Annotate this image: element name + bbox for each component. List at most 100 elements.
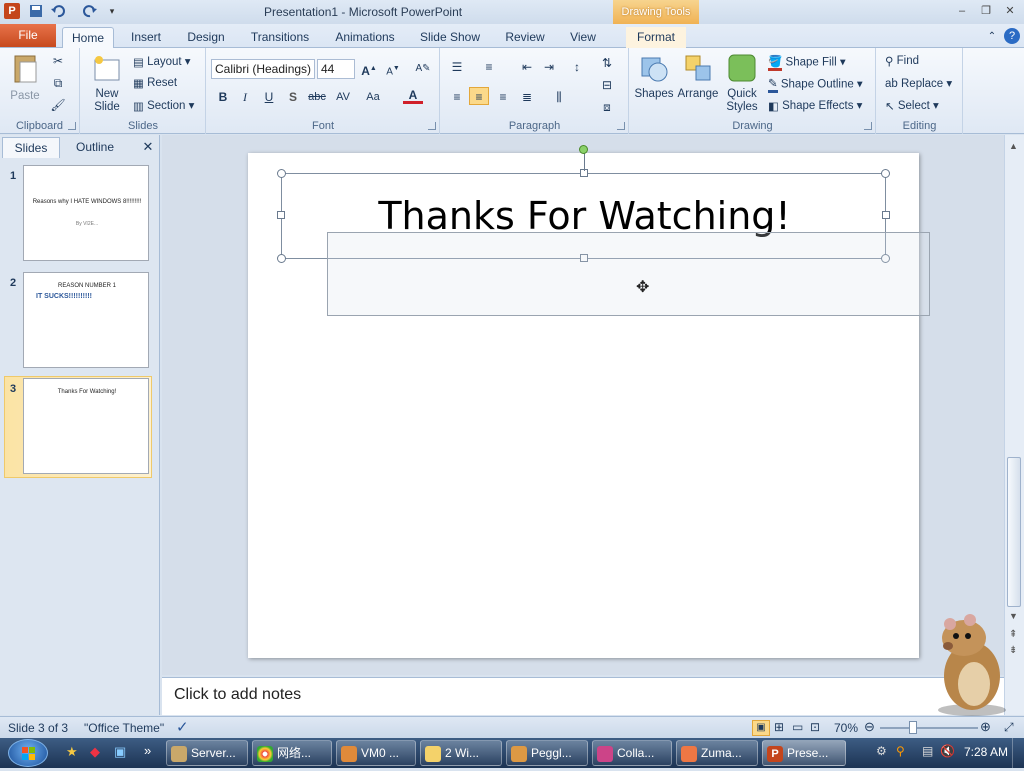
- resize-handle[interactable]: [277, 254, 286, 263]
- section-button[interactable]: ▥ Section ▾: [133, 98, 194, 113]
- tray-icon[interactable]: ⚙: [876, 744, 887, 758]
- taskbar-item[interactable]: 2 Wi...: [420, 740, 502, 766]
- scroll-up-icon[interactable]: ▲: [1009, 141, 1018, 151]
- align-center-icon[interactable]: ≡: [469, 87, 489, 105]
- tab-slide-show[interactable]: Slide Show: [416, 27, 484, 48]
- zoom-level[interactable]: 70%: [834, 721, 858, 735]
- text-direction-icon[interactable]: ⇅: [597, 54, 617, 72]
- powerpoint-logo-icon[interactable]: P: [4, 3, 20, 19]
- reset-button[interactable]: ▦ Reset: [133, 76, 177, 90]
- tray-search-icon[interactable]: ⚲: [896, 744, 905, 758]
- help-icon[interactable]: ?: [1004, 28, 1020, 44]
- decrease-indent-icon[interactable]: ⇤: [517, 58, 537, 76]
- change-case-icon[interactable]: Aa: [363, 88, 383, 106]
- strikethrough-icon[interactable]: abc: [307, 88, 327, 106]
- find-button[interactable]: ⚲ Find: [885, 54, 919, 68]
- format-painter-icon[interactable]: 🖌: [48, 96, 68, 114]
- minimize-button[interactable]: –: [954, 4, 970, 18]
- font-color-icon[interactable]: A: [403, 88, 423, 104]
- slide-canvas[interactable]: Thanks For Watching! ✥: [248, 145, 930, 658]
- font-size-box[interactable]: 44: [317, 59, 355, 79]
- taskbar-item-active[interactable]: P Prese...: [762, 740, 846, 766]
- tab-design[interactable]: Design: [182, 27, 230, 48]
- grow-font-icon[interactable]: A▲: [359, 60, 379, 78]
- customize-toolbar-icon[interactable]: ▾: [104, 3, 120, 19]
- justify-icon[interactable]: ≣: [517, 88, 537, 106]
- slide-thumbnail-1[interactable]: Reasons why I HATE WINDOWS 8!!!!!!!!! By…: [23, 165, 149, 261]
- slide-thumbnail-3[interactable]: Thanks For Watching!: [23, 378, 149, 474]
- clipboard-launcher-icon[interactable]: [68, 122, 76, 130]
- tab-insert[interactable]: Insert: [124, 27, 168, 48]
- notes-placeholder[interactable]: Click to add notes: [174, 686, 301, 704]
- taskbar-item[interactable]: VM0 ...: [336, 740, 416, 766]
- bold-icon[interactable]: B: [213, 88, 233, 106]
- close-button[interactable]: ✕: [1002, 4, 1018, 18]
- increase-indent-icon[interactable]: ⇥: [539, 58, 559, 76]
- scroll-thumb[interactable]: [1007, 457, 1021, 607]
- normal-view-icon[interactable]: ▣: [752, 720, 770, 736]
- notes-pane[interactable]: Click to add notes: [162, 677, 1004, 715]
- network-icon[interactable]: ▤: [922, 744, 933, 758]
- restore-button[interactable]: ❐: [978, 4, 994, 18]
- columns-icon[interactable]: ⫼: [549, 88, 569, 106]
- arrange-button[interactable]: Arrange: [676, 52, 720, 101]
- paragraph-launcher-icon[interactable]: [617, 122, 625, 130]
- cut-icon[interactable]: ✂: [48, 52, 68, 70]
- reading-view-icon[interactable]: ▭: [792, 720, 803, 734]
- align-right-icon[interactable]: ≡: [493, 88, 513, 106]
- tab-review[interactable]: Review: [500, 27, 550, 48]
- font-name-box[interactable]: Calibri (Headings): [211, 59, 315, 79]
- taskbar-item[interactable]: Server...: [166, 740, 248, 766]
- clock[interactable]: 7:28 AM: [964, 745, 1008, 759]
- tab-slides[interactable]: Slides: [2, 137, 60, 158]
- character-spacing-icon[interactable]: AV: [333, 88, 353, 106]
- redo-icon[interactable]: [82, 3, 98, 19]
- slide-sorter-icon[interactable]: ⊞: [774, 720, 784, 734]
- zoom-in-icon[interactable]: ⊕: [980, 719, 991, 735]
- layout-button[interactable]: ▤ Layout ▾: [133, 54, 191, 69]
- slide-thumbnail-2[interactable]: REASON NUMBER 1 IT SUCKS!!!!!!!!!!: [23, 272, 149, 368]
- slide-show-icon[interactable]: ⊡: [810, 720, 820, 734]
- zoom-slider-thumb[interactable]: [908, 721, 917, 734]
- start-button[interactable]: [8, 739, 48, 767]
- numbering-icon[interactable]: ≡: [479, 58, 499, 76]
- shapes-button[interactable]: Shapes: [634, 52, 674, 101]
- taskbar-item[interactable]: Colla...: [592, 740, 672, 766]
- underline-icon[interactable]: U: [259, 88, 279, 106]
- shadow-icon[interactable]: S: [283, 88, 303, 106]
- align-left-icon[interactable]: ≡: [447, 88, 467, 106]
- align-text-icon[interactable]: ⊟: [597, 76, 617, 94]
- undo-icon[interactable]: [50, 3, 66, 19]
- clear-formatting-icon[interactable]: A✎: [413, 60, 433, 78]
- tab-home[interactable]: Home: [62, 27, 114, 48]
- fit-slide-icon[interactable]: ⤢: [1004, 720, 1014, 735]
- taskbar-item[interactable]: 网络...: [252, 740, 332, 766]
- taskbar-item[interactable]: Peggl...: [506, 740, 588, 766]
- smartart-icon[interactable]: ⧈: [597, 98, 617, 116]
- rotate-handle-icon[interactable]: [579, 145, 588, 154]
- spell-check-icon[interactable]: ✓: [176, 718, 189, 736]
- next-slide-icon[interactable]: ⇟: [1009, 645, 1017, 656]
- tab-transitions[interactable]: Transitions: [246, 27, 314, 48]
- replace-button[interactable]: ab Replace ▾: [885, 76, 952, 90]
- file-tab[interactable]: File: [0, 24, 56, 47]
- tab-animations[interactable]: Animations: [330, 27, 400, 48]
- volume-muted-icon[interactable]: 🔇: [940, 744, 955, 758]
- resize-handle[interactable]: [881, 169, 890, 178]
- select-button[interactable]: ↖ Select ▾: [885, 98, 939, 113]
- shrink-font-icon[interactable]: A▼: [383, 60, 403, 78]
- font-launcher-icon[interactable]: [428, 122, 436, 130]
- tab-outline[interactable]: Outline: [64, 137, 126, 158]
- close-pane-icon[interactable]: ✕: [140, 137, 156, 158]
- shape-effects-button[interactable]: ◧ Shape Effects ▾: [768, 98, 862, 113]
- italic-icon[interactable]: I: [235, 88, 255, 106]
- shape-fill-button[interactable]: 🪣 Shape Fill ▾: [768, 54, 846, 71]
- new-slide-button[interactable]: New Slide: [87, 54, 127, 114]
- bullets-icon[interactable]: ☰: [447, 58, 467, 76]
- shape-outline-button[interactable]: ✎ Shape Outline ▾: [768, 76, 863, 93]
- save-icon[interactable]: [28, 3, 44, 19]
- copy-icon[interactable]: ⧉: [48, 74, 68, 92]
- resize-handle[interactable]: [277, 211, 285, 219]
- quick-launch-icon[interactable]: ★: [66, 744, 78, 760]
- tab-format[interactable]: Format: [626, 27, 686, 48]
